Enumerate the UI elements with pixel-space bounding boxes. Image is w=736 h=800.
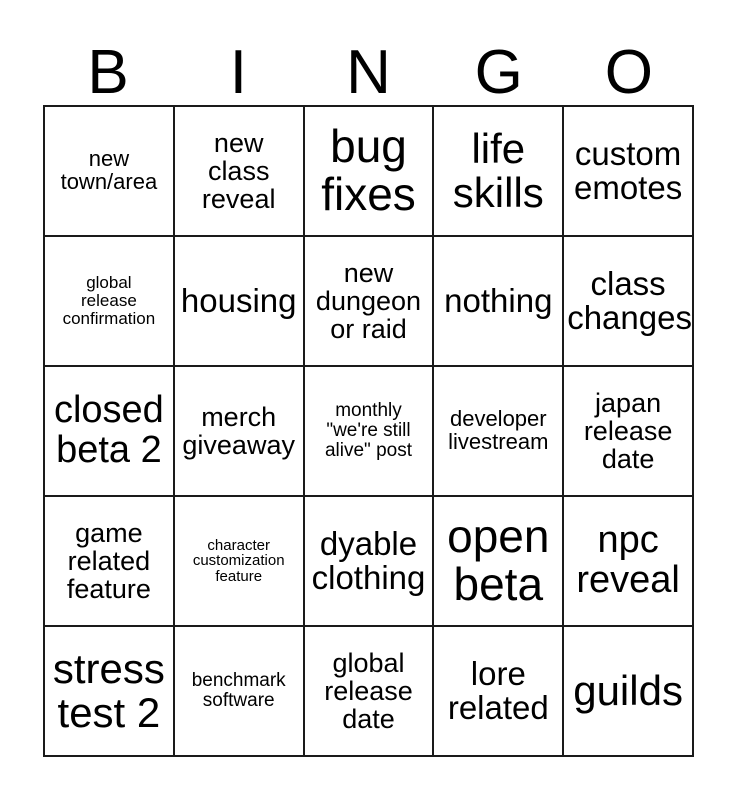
bingo-cell-label: new town/area xyxy=(60,146,158,194)
bingo-cell[interactable]: stress test 2 xyxy=(45,627,175,757)
bingo-cell-label: japan release date xyxy=(583,387,673,475)
bingo-cell[interactable]: new town/area xyxy=(45,107,175,237)
bingo-cell[interactable]: housing xyxy=(174,237,305,367)
bingo-header-letter-o: O xyxy=(604,38,654,107)
bingo-cell[interactable]: npc reveal xyxy=(564,497,694,627)
bingo-header-letter-b: B xyxy=(87,38,129,107)
bingo-header-letter-g: G xyxy=(474,38,523,107)
bingo-cell-label: merch giveaway xyxy=(182,401,295,460)
bingo-cell-label: developer livestream xyxy=(448,406,549,454)
bingo-grid: new town/area new class reveal bug fixes li… xyxy=(43,105,694,757)
bingo-cell-label: life skills xyxy=(452,125,544,216)
bingo-cell-label: closed beta 2 xyxy=(53,389,164,471)
bingo-header-letter-i: I xyxy=(229,38,247,107)
bingo-cell-label: lore related xyxy=(447,654,549,726)
bingo-cell[interactable]: new class reveal xyxy=(174,107,305,237)
bingo-cell-label: npc reveal xyxy=(576,519,680,601)
bingo-cell-label: monthly "we're still alive" post xyxy=(324,400,412,461)
bingo-cell[interactable]: custom emotes xyxy=(564,107,694,237)
bingo-cell-label: benchmark software xyxy=(191,670,286,711)
bingo-cell[interactable]: monthly "we're still alive" post xyxy=(304,367,435,497)
bingo-cell-label: bug fixes xyxy=(321,120,416,220)
bingo-cell[interactable]: new dungeon or raid xyxy=(304,237,435,367)
bingo-cell[interactable]: benchmark software xyxy=(174,627,305,757)
bingo-cell[interactable]: open beta xyxy=(434,497,565,627)
bingo-cell-label: global release date xyxy=(324,647,413,735)
bingo-cell[interactable]: closed beta 2 xyxy=(45,367,175,497)
bingo-cell[interactable]: lore related xyxy=(434,627,565,757)
bingo-cell[interactable]: game related feature xyxy=(45,497,175,627)
bingo-cell-label: stress test 2 xyxy=(52,645,165,736)
bingo-cell[interactable]: global release date xyxy=(304,627,435,757)
bingo-cell[interactable]: nothing xyxy=(434,237,565,367)
bingo-cell-label: dyable clothing xyxy=(311,524,426,596)
bingo-header-letter-n: N xyxy=(346,38,391,107)
bingo-cell-label: new class reveal xyxy=(201,127,276,215)
bingo-cell-label: new dungeon or raid xyxy=(315,257,422,345)
bingo-cell[interactable]: character customization feature xyxy=(174,497,305,627)
bingo-cell-label: character customization feature xyxy=(192,536,285,585)
bingo-cell-label: global release confirmation xyxy=(62,273,156,328)
bingo-cell[interactable]: class changes xyxy=(564,237,694,367)
bingo-card: B I N G O new town/area new class reveal b… xyxy=(0,0,736,800)
bingo-cell-label: nothing xyxy=(444,281,553,319)
bingo-cell-label: game related feature xyxy=(66,517,151,605)
bingo-cell-label: guilds xyxy=(573,667,683,715)
bingo-cell[interactable]: developer livestream xyxy=(434,367,565,497)
bingo-cell[interactable]: global release confirmation xyxy=(45,237,175,367)
bingo-cell[interactable]: dyable clothing xyxy=(304,497,435,627)
bingo-cell-label: custom emotes xyxy=(573,134,683,206)
bingo-cell-label: open beta xyxy=(447,510,550,610)
bingo-cell[interactable]: japan release date xyxy=(564,367,694,497)
bingo-cell[interactable]: guilds xyxy=(564,627,694,757)
bingo-cell-label: housing xyxy=(180,281,297,319)
bingo-cell[interactable]: bug fixes xyxy=(304,107,435,237)
bingo-cell[interactable]: merch giveaway xyxy=(174,367,305,497)
bingo-header-row: B I N G O xyxy=(43,28,694,105)
bingo-cell-label: class changes xyxy=(567,264,692,336)
bingo-cell[interactable]: life skills xyxy=(434,107,565,237)
